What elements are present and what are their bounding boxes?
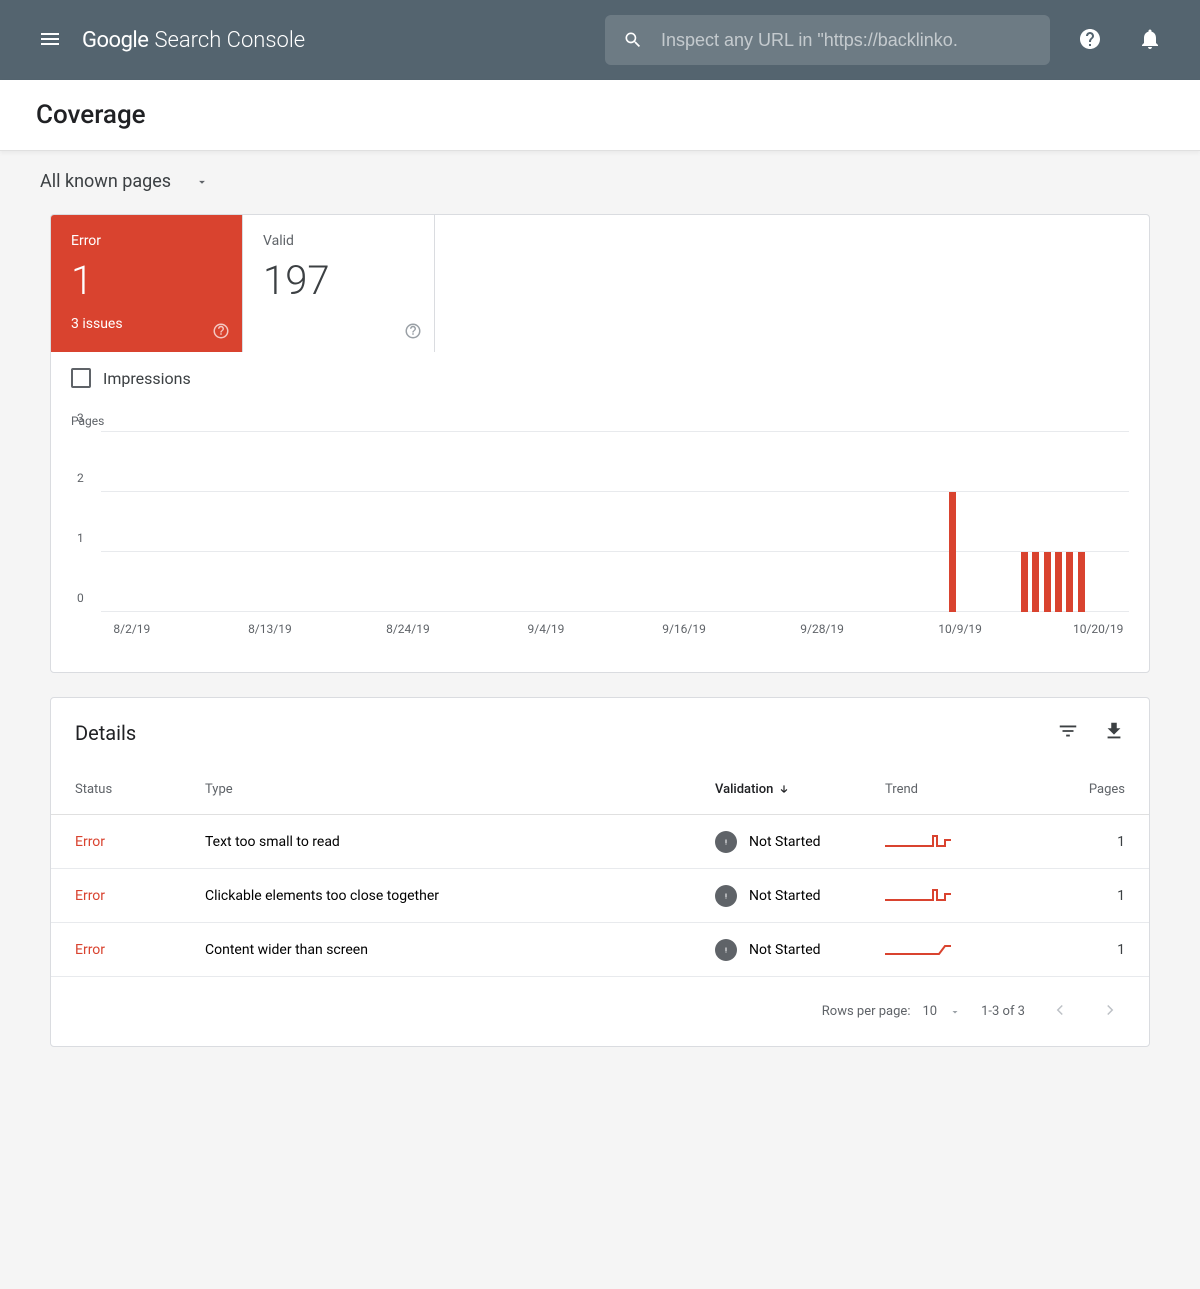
- pages-cell: 1: [1045, 942, 1125, 958]
- status-cell: Error: [75, 834, 205, 850]
- rpp-value: 10: [922, 1004, 937, 1019]
- chart-bar: [1055, 552, 1062, 612]
- impressions-label: Impressions: [103, 369, 191, 388]
- type-cell: Clickable elements too close together: [205, 888, 715, 904]
- y-tick: 3: [77, 411, 84, 425]
- menu-icon[interactable]: [30, 19, 70, 62]
- page-title-bar: Coverage: [0, 80, 1200, 151]
- x-tick: 8/2/19: [113, 622, 150, 636]
- tab-valid[interactable]: Valid 197: [243, 215, 435, 352]
- exclamation-icon: [715, 885, 737, 907]
- rows-per-page[interactable]: Rows per page: 10: [822, 1004, 961, 1019]
- col-status[interactable]: Status: [75, 782, 205, 797]
- chart-bar: [1044, 552, 1051, 612]
- type-cell: Content wider than screen: [205, 942, 715, 958]
- tab-valid-value: 197: [263, 257, 414, 304]
- y-tick: 2: [77, 471, 84, 485]
- x-tick: 9/16/19: [662, 622, 706, 636]
- rpp-label: Rows per page:: [822, 1004, 911, 1019]
- x-tick: 8/13/19: [248, 622, 292, 636]
- search-input[interactable]: [661, 30, 1032, 51]
- tab-error-label: Error: [71, 233, 222, 249]
- chart-bar: [1078, 552, 1085, 612]
- search-icon: [623, 29, 643, 51]
- validation-cell: Not Started: [715, 831, 885, 853]
- status-cell: Error: [75, 888, 205, 904]
- table-row[interactable]: ErrorContent wider than screenNot Starte…: [51, 923, 1149, 977]
- validation-cell: Not Started: [715, 939, 885, 961]
- details-title: Details: [75, 721, 136, 745]
- trend-cell: [885, 938, 1045, 962]
- logo-search-console: Search Console: [154, 28, 305, 53]
- tab-error[interactable]: Error 1 3 issues: [51, 215, 243, 352]
- pages-cell: 1: [1045, 834, 1125, 850]
- chart-bar: [1032, 552, 1039, 612]
- x-tick: 8/24/19: [386, 622, 430, 636]
- filter-icon[interactable]: [1057, 720, 1079, 745]
- table-header: Status Type Validation Trend Pages: [51, 765, 1149, 815]
- coverage-card: Error 1 3 issues Valid 197 Impressions P…: [50, 214, 1150, 673]
- col-trend[interactable]: Trend: [885, 782, 1045, 797]
- tab-valid-label: Valid: [263, 233, 414, 249]
- prev-page-button[interactable]: [1045, 995, 1075, 1028]
- chevron-down-icon: [195, 175, 209, 189]
- table-footer: Rows per page: 10 1-3 of 3: [51, 977, 1149, 1046]
- exclamation-icon: [715, 939, 737, 961]
- col-validation[interactable]: Validation: [715, 782, 885, 797]
- search-box[interactable]: [605, 15, 1050, 65]
- y-tick: 0: [77, 591, 84, 605]
- table-row[interactable]: ErrorText too small to readNot Started 1: [51, 815, 1149, 869]
- status-cell: Error: [75, 942, 205, 958]
- trend-cell: [885, 830, 1045, 854]
- app-header: Google Search Console: [0, 0, 1200, 80]
- page-title: Coverage: [36, 100, 1164, 130]
- col-pages[interactable]: Pages: [1045, 782, 1125, 797]
- table-row[interactable]: ErrorClickable elements too close togeth…: [51, 869, 1149, 923]
- trend-cell: [885, 884, 1045, 908]
- help-circle-icon[interactable]: [404, 322, 422, 340]
- filter-bar: All known pages: [0, 151, 1200, 214]
- impressions-checkbox[interactable]: [71, 368, 91, 388]
- download-icon[interactable]: [1103, 720, 1125, 745]
- arrow-down-icon: [777, 783, 791, 797]
- x-tick: 9/28/19: [800, 622, 844, 636]
- status-tabs: Error 1 3 issues Valid 197: [51, 215, 1149, 352]
- chart-bar: [1021, 552, 1028, 612]
- tab-error-value: 1: [71, 257, 222, 304]
- chart: Pages 0 1 2 3 8/2/19 8/13/19 8/24/19 9/4/19 9/16…: [51, 404, 1149, 672]
- pages-cell: 1: [1045, 888, 1125, 904]
- next-page-button[interactable]: [1095, 995, 1125, 1028]
- filter-label: All known pages: [40, 171, 171, 192]
- chevron-down-icon: [949, 1006, 961, 1018]
- filter-dropdown[interactable]: All known pages: [40, 171, 209, 192]
- validation-cell: Not Started: [715, 885, 885, 907]
- chart-ylabel: Pages: [71, 414, 1129, 428]
- pagination-range: 1-3 of 3: [981, 1004, 1025, 1019]
- tab-error-sub: 3 issues: [71, 316, 222, 332]
- chart-bar: [1066, 552, 1073, 612]
- logo: Google Search Console: [82, 28, 305, 53]
- y-tick: 1: [77, 531, 84, 545]
- chart-bar: [949, 492, 956, 612]
- x-tick: 10/9/19: [938, 622, 982, 636]
- help-circle-icon[interactable]: [212, 322, 230, 340]
- x-tick: 9/4/19: [528, 622, 565, 636]
- bell-icon[interactable]: [1130, 19, 1170, 62]
- details-card: Details Status Type Validation Trend Pag…: [50, 697, 1150, 1047]
- impressions-toggle: Impressions: [51, 352, 1149, 404]
- exclamation-icon: [715, 831, 737, 853]
- logo-google: Google: [82, 28, 148, 53]
- col-type[interactable]: Type: [205, 782, 715, 797]
- x-tick: 10/20/19: [1073, 622, 1123, 636]
- help-icon[interactable]: [1070, 19, 1110, 62]
- type-cell: Text too small to read: [205, 834, 715, 850]
